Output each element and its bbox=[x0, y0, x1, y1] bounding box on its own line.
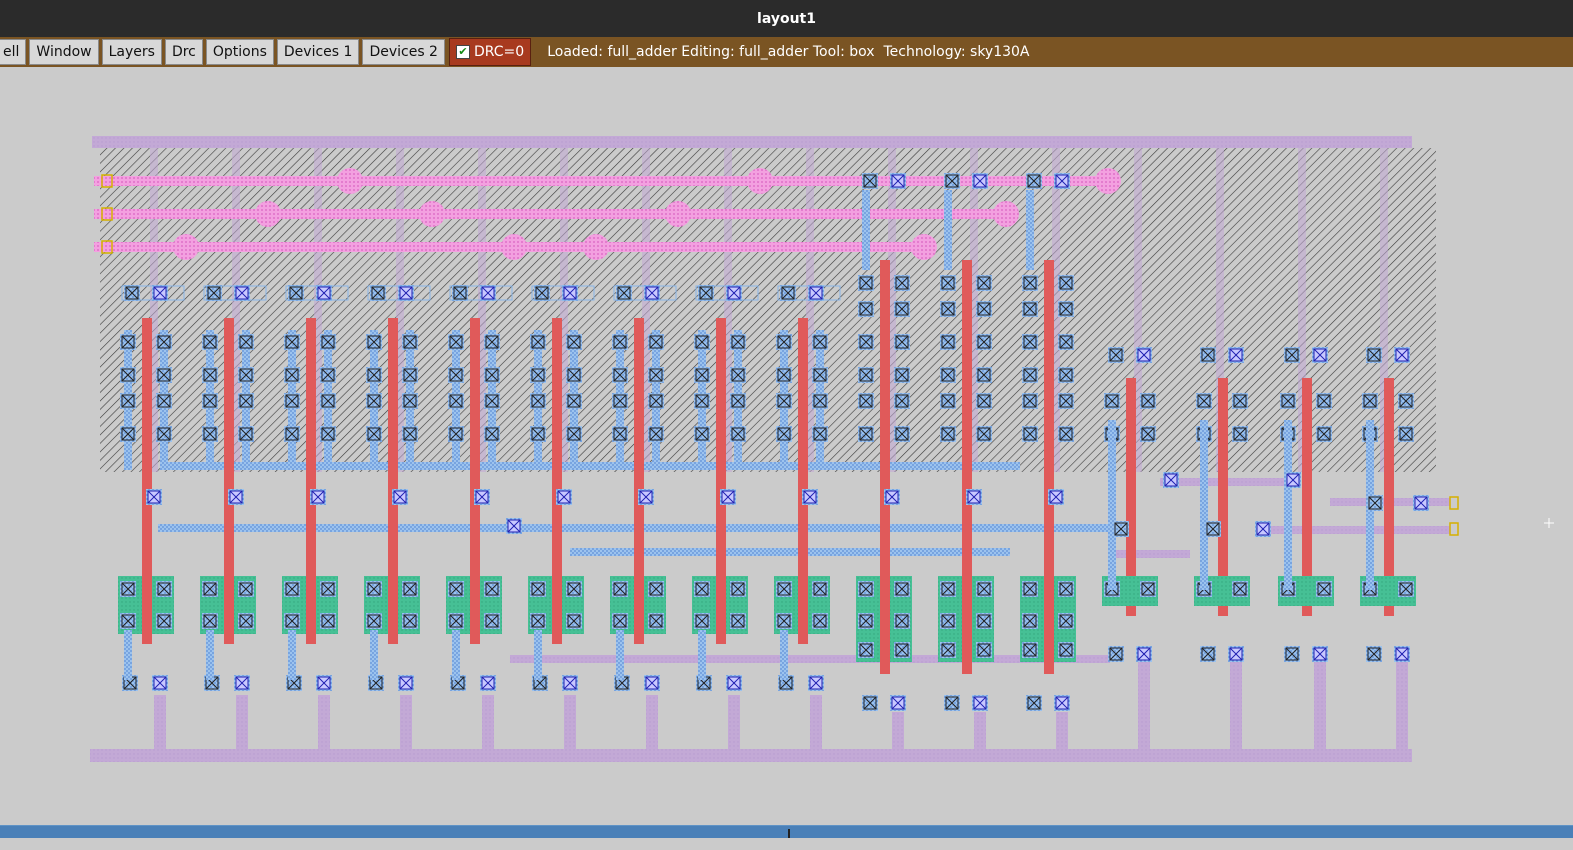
li-column bbox=[944, 190, 952, 270]
metal1-bus bbox=[1110, 550, 1190, 558]
met2-via-blob bbox=[911, 234, 937, 260]
poly-gate bbox=[716, 576, 726, 644]
met2-via-blob bbox=[665, 201, 691, 227]
poly-gate bbox=[552, 576, 562, 644]
layout-canvas[interactable] bbox=[0, 67, 1573, 825]
layout-geometry bbox=[90, 136, 1554, 762]
metal1-drop bbox=[318, 695, 330, 750]
li-column bbox=[616, 630, 624, 680]
poly-gate bbox=[798, 576, 808, 644]
window-title: layout1 bbox=[757, 10, 816, 27]
drc-toggle-button[interactable]: ✔ DRC=0 bbox=[448, 38, 532, 66]
li-column bbox=[1200, 420, 1208, 590]
metal1-drop bbox=[236, 695, 248, 750]
poly-gate bbox=[1044, 576, 1054, 674]
metal1-drop bbox=[482, 695, 494, 750]
menu-devices-2[interactable]: Devices 2 bbox=[362, 39, 445, 65]
poly-gate bbox=[388, 576, 398, 644]
bottom-strip bbox=[0, 838, 1573, 850]
menu-devices-1[interactable]: Devices 1 bbox=[276, 39, 360, 65]
status-text: Loaded: full_adder Editing: full_adder T… bbox=[547, 44, 1030, 60]
poly-gate bbox=[142, 576, 152, 644]
li-column bbox=[1108, 420, 1116, 590]
li-column bbox=[780, 630, 788, 680]
scrollbar-handle[interactable] bbox=[788, 829, 790, 838]
poly-gate bbox=[470, 576, 480, 644]
metal1-bus bbox=[1160, 478, 1300, 486]
metal1-drop bbox=[974, 712, 986, 750]
window-titlebar: layout1 bbox=[0, 0, 1573, 37]
met2-via-blob bbox=[583, 234, 609, 260]
metal1-drop bbox=[646, 695, 658, 750]
menu-options[interactable]: Options bbox=[205, 39, 274, 65]
met2-via-blob bbox=[419, 201, 445, 227]
met2-via-blob bbox=[337, 168, 363, 194]
met2-via-blob bbox=[1095, 168, 1121, 194]
li-column bbox=[206, 630, 214, 680]
nwell-region bbox=[100, 148, 1436, 472]
li-column bbox=[124, 630, 132, 680]
li-column bbox=[288, 630, 296, 680]
gnd-rail bbox=[90, 749, 1412, 762]
menu-cell[interactable]: ell bbox=[0, 39, 27, 65]
poly-gate bbox=[306, 576, 316, 644]
port-icon bbox=[1449, 496, 1459, 510]
met2-via-blob bbox=[993, 201, 1019, 227]
li-column bbox=[1284, 420, 1292, 590]
poly-gate bbox=[634, 576, 644, 644]
drc-count-label: DRC=0 bbox=[473, 44, 525, 60]
metal1-drop bbox=[1314, 662, 1326, 750]
metal1-drop bbox=[810, 695, 822, 750]
li-column bbox=[370, 630, 378, 680]
checkbox-icon[interactable]: ✔ bbox=[455, 45, 470, 59]
met2-via-blob bbox=[747, 168, 773, 194]
metal1-drop bbox=[892, 712, 904, 750]
met2-via-blob bbox=[255, 201, 281, 227]
metal1-drop bbox=[564, 695, 576, 750]
poly-gate bbox=[880, 576, 890, 674]
poly-gate bbox=[962, 576, 972, 674]
met2-input-line bbox=[94, 209, 1018, 219]
li-column bbox=[452, 630, 460, 680]
met2-via-blob bbox=[173, 234, 199, 260]
met2-input-line bbox=[94, 176, 1120, 186]
li-column bbox=[862, 190, 870, 270]
li-column bbox=[698, 630, 706, 680]
metal1-drop bbox=[1138, 662, 1150, 750]
metal1-drop bbox=[1230, 662, 1242, 750]
met2-via-blob bbox=[501, 234, 527, 260]
li-column bbox=[534, 630, 542, 680]
metal1-drop bbox=[400, 695, 412, 750]
poly-gate bbox=[224, 576, 234, 644]
menu-layers[interactable]: Layers bbox=[101, 39, 162, 65]
menu-window[interactable]: Window bbox=[29, 39, 99, 65]
menubar: ell Window Layers Drc Options Devices 1 … bbox=[0, 37, 1573, 67]
metal1-bus bbox=[1270, 526, 1450, 534]
metal1-drop bbox=[728, 695, 740, 750]
metal1-drop bbox=[1056, 712, 1068, 750]
li-column bbox=[1026, 190, 1034, 270]
horizontal-scrollbar[interactable] bbox=[0, 825, 1573, 839]
menu-drc[interactable]: Drc bbox=[164, 39, 203, 65]
port-icon bbox=[1449, 522, 1459, 536]
metal1-drop bbox=[1396, 662, 1408, 750]
metal1-drop bbox=[154, 695, 166, 750]
vdd-rail bbox=[92, 136, 1412, 148]
